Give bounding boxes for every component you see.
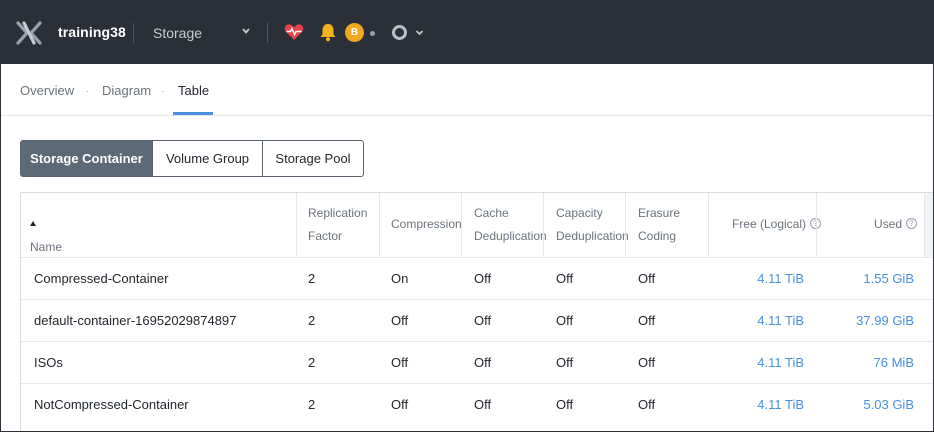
tab-overview[interactable]: Overview (20, 83, 74, 98)
bell-icon[interactable] (319, 23, 337, 42)
top-bar: training38 Storage B (1, 1, 933, 64)
app-menu-selector[interactable]: Storage (153, 25, 202, 41)
active-tab-indicator (173, 112, 213, 115)
storage-container-table: Name Replication Factor Compression Cache… (20, 192, 933, 431)
storage-container-tab[interactable]: Storage Container (20, 140, 153, 177)
column-header-used[interactable]: Used? (827, 193, 917, 257)
user-badge[interactable]: B (345, 23, 364, 42)
view-tabs: Overview · Diagram · Table (1, 64, 933, 116)
nutanix-logo-icon[interactable] (16, 21, 42, 45)
storage-pool-tab[interactable]: Storage Pool (262, 140, 364, 177)
table-row[interactable]: default-container-16952029874897 2 Off O… (21, 299, 933, 341)
table-row[interactable]: NotCompressed-Container 2 Off Off Off Of… (21, 383, 933, 425)
sort-ascending-icon[interactable] (30, 221, 36, 226)
settings-ring-icon[interactable] (392, 25, 407, 40)
chevron-down-icon[interactable] (241, 26, 251, 36)
help-icon[interactable]: ? (906, 218, 917, 229)
tab-separator: · (161, 86, 165, 97)
volume-group-tab[interactable]: Volume Group (152, 140, 263, 177)
table-scrollbar[interactable] (924, 193, 933, 257)
divider (133, 23, 134, 43)
divider (267, 23, 268, 43)
tab-table[interactable]: Table (178, 83, 209, 98)
chevron-down-icon[interactable] (415, 28, 424, 37)
health-heart-icon[interactable] (284, 23, 304, 41)
app-window: training38 Storage B Overview · Diagram … (0, 0, 934, 432)
tab-separator: · (86, 86, 90, 97)
tab-diagram[interactable]: Diagram (102, 83, 151, 98)
table-row[interactable]: Compressed-Container 2 On Off Off Off 4.… (21, 257, 933, 299)
table-row[interactable]: ISOs 2 Off Off Off Off 4.11 TiB 76 MiB (21, 341, 933, 383)
column-header-free-logical[interactable]: Free (Logical)? (721, 193, 821, 257)
cluster-name[interactable]: training38 (58, 24, 126, 40)
status-dot-icon (370, 31, 375, 36)
